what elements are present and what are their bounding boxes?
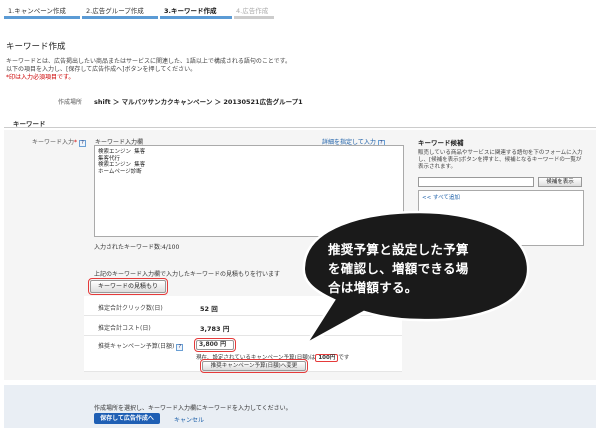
required-note: *印は入力必須項目です。 (6, 74, 75, 81)
location-label: 作成場所 (58, 99, 83, 106)
step-1: 1.キャンペーン作成 (8, 7, 66, 15)
clicks-value: 52 回 (200, 305, 218, 313)
keyword-input-label-text: キーワード入力 (32, 139, 75, 146)
step-indicator: 1.キャンペーン作成 2.広告グループ作成 3.キーワード作成 4.広告作成 (4, 2, 304, 19)
step-3-bar (160, 16, 232, 19)
candidates-description: 販売している商品やサービスに関連する語句を下のフォームに入力し、[候補を表示]ボ… (418, 150, 583, 170)
keyword-section-header: キーワード (4, 116, 596, 128)
step-4-bar (234, 16, 274, 19)
callout-line-3: 合は増額する。 (328, 280, 418, 295)
current-budget-suffix: です (338, 355, 350, 361)
footer-note: 作成場所を選択し、キーワード入力欄にキーワードを入力してください。 (94, 405, 292, 412)
estimate-table: 推定合計クリック数(日) 52 回 推定合計コスト(日) 3,783 円 推奨キ… (84, 296, 402, 373)
table-row: 推奨キャンペーン予算(日額) ? 3,800 円 現在、設定されているキャンペー… (84, 336, 402, 373)
step-4: 4.広告作成 (236, 7, 269, 15)
change-to-recommended-budget-button[interactable]: 推奨キャンペーン予算(日額)へ変更 (200, 359, 308, 373)
location-path: shift ＞ マルバツサンカクキャンペーン ＞ 20130521広告グループ1 (94, 98, 303, 106)
table-row: 推定合計クリック数(日) 52 回 (84, 296, 402, 316)
budget-label-text: 推奨キャンペーン予算(日額) (98, 343, 175, 350)
keyword-section-title: キーワード (13, 120, 46, 128)
candidates-list[interactable]: << すべて追加 (418, 190, 584, 246)
current-budget-amount: 100円 (315, 354, 339, 362)
footer-bar (4, 385, 596, 428)
save-and-create-ad-button[interactable]: 保存して広告作成へ (94, 413, 160, 424)
show-candidates-button[interactable]: 候補を表示 (538, 177, 582, 187)
budget-help-icon[interactable]: ? (176, 344, 184, 351)
candidates-search-input[interactable] (418, 177, 534, 187)
callout-line-1: 推奨予算と設定した予算 (328, 242, 469, 257)
cost-label: 推定合計コスト(日) (98, 325, 151, 332)
candidates-title: キーワード候補 (418, 139, 464, 147)
step-2: 2.広告グループ作成 (86, 7, 144, 15)
cost-value: 3,783 円 (200, 325, 230, 333)
help-icon[interactable]: ? (78, 140, 86, 147)
callout-text: 推奨予算と設定した予算 を確認し、増額できる場 合は増額する。 (328, 240, 516, 297)
step-2-bar (82, 16, 158, 19)
clicks-label: 推定合計クリック数(日) (98, 305, 163, 312)
required-mark: * (74, 139, 78, 146)
page-title: キーワード作成 (6, 42, 66, 52)
budget-label: 推奨キャンペーン予算(日額) ? (98, 341, 184, 351)
keyword-estimate-button[interactable]: キーワードの見積もり (88, 278, 168, 295)
table-row: 推定合計コスト(日) 3,783 円 (84, 316, 402, 336)
step-3: 3.キーワード作成 (164, 7, 217, 15)
callout-line-2: を確認し、増額できる場 (328, 261, 469, 276)
current-budget-text: 現在、設定されているキャンペーン予算(日額)は 100円 です (196, 353, 350, 362)
add-all-link[interactable]: << すべて追加 (422, 193, 460, 201)
estimate-note: 上記のキーワード入力欄で入力したキーワードの見積もりを行います (94, 271, 281, 278)
keyword-count: 入力されたキーワード数:4/100 (94, 244, 180, 251)
recommended-budget-value: 3,800 円 (194, 338, 236, 352)
step-1-bar (4, 16, 80, 19)
keyword-textarea[interactable]: 検索エンジン 集客 集客代行 検索エンジン 集客 ホームページ診断 (94, 145, 404, 237)
cancel-link[interactable]: キャンセル (174, 415, 204, 424)
keyword-candidates-panel: キーワード候補 販売している商品やサービスに関連する語句を下のフォームに入力し、… (418, 137, 584, 247)
keyword-input-label: キーワード入力* ? (32, 137, 86, 147)
